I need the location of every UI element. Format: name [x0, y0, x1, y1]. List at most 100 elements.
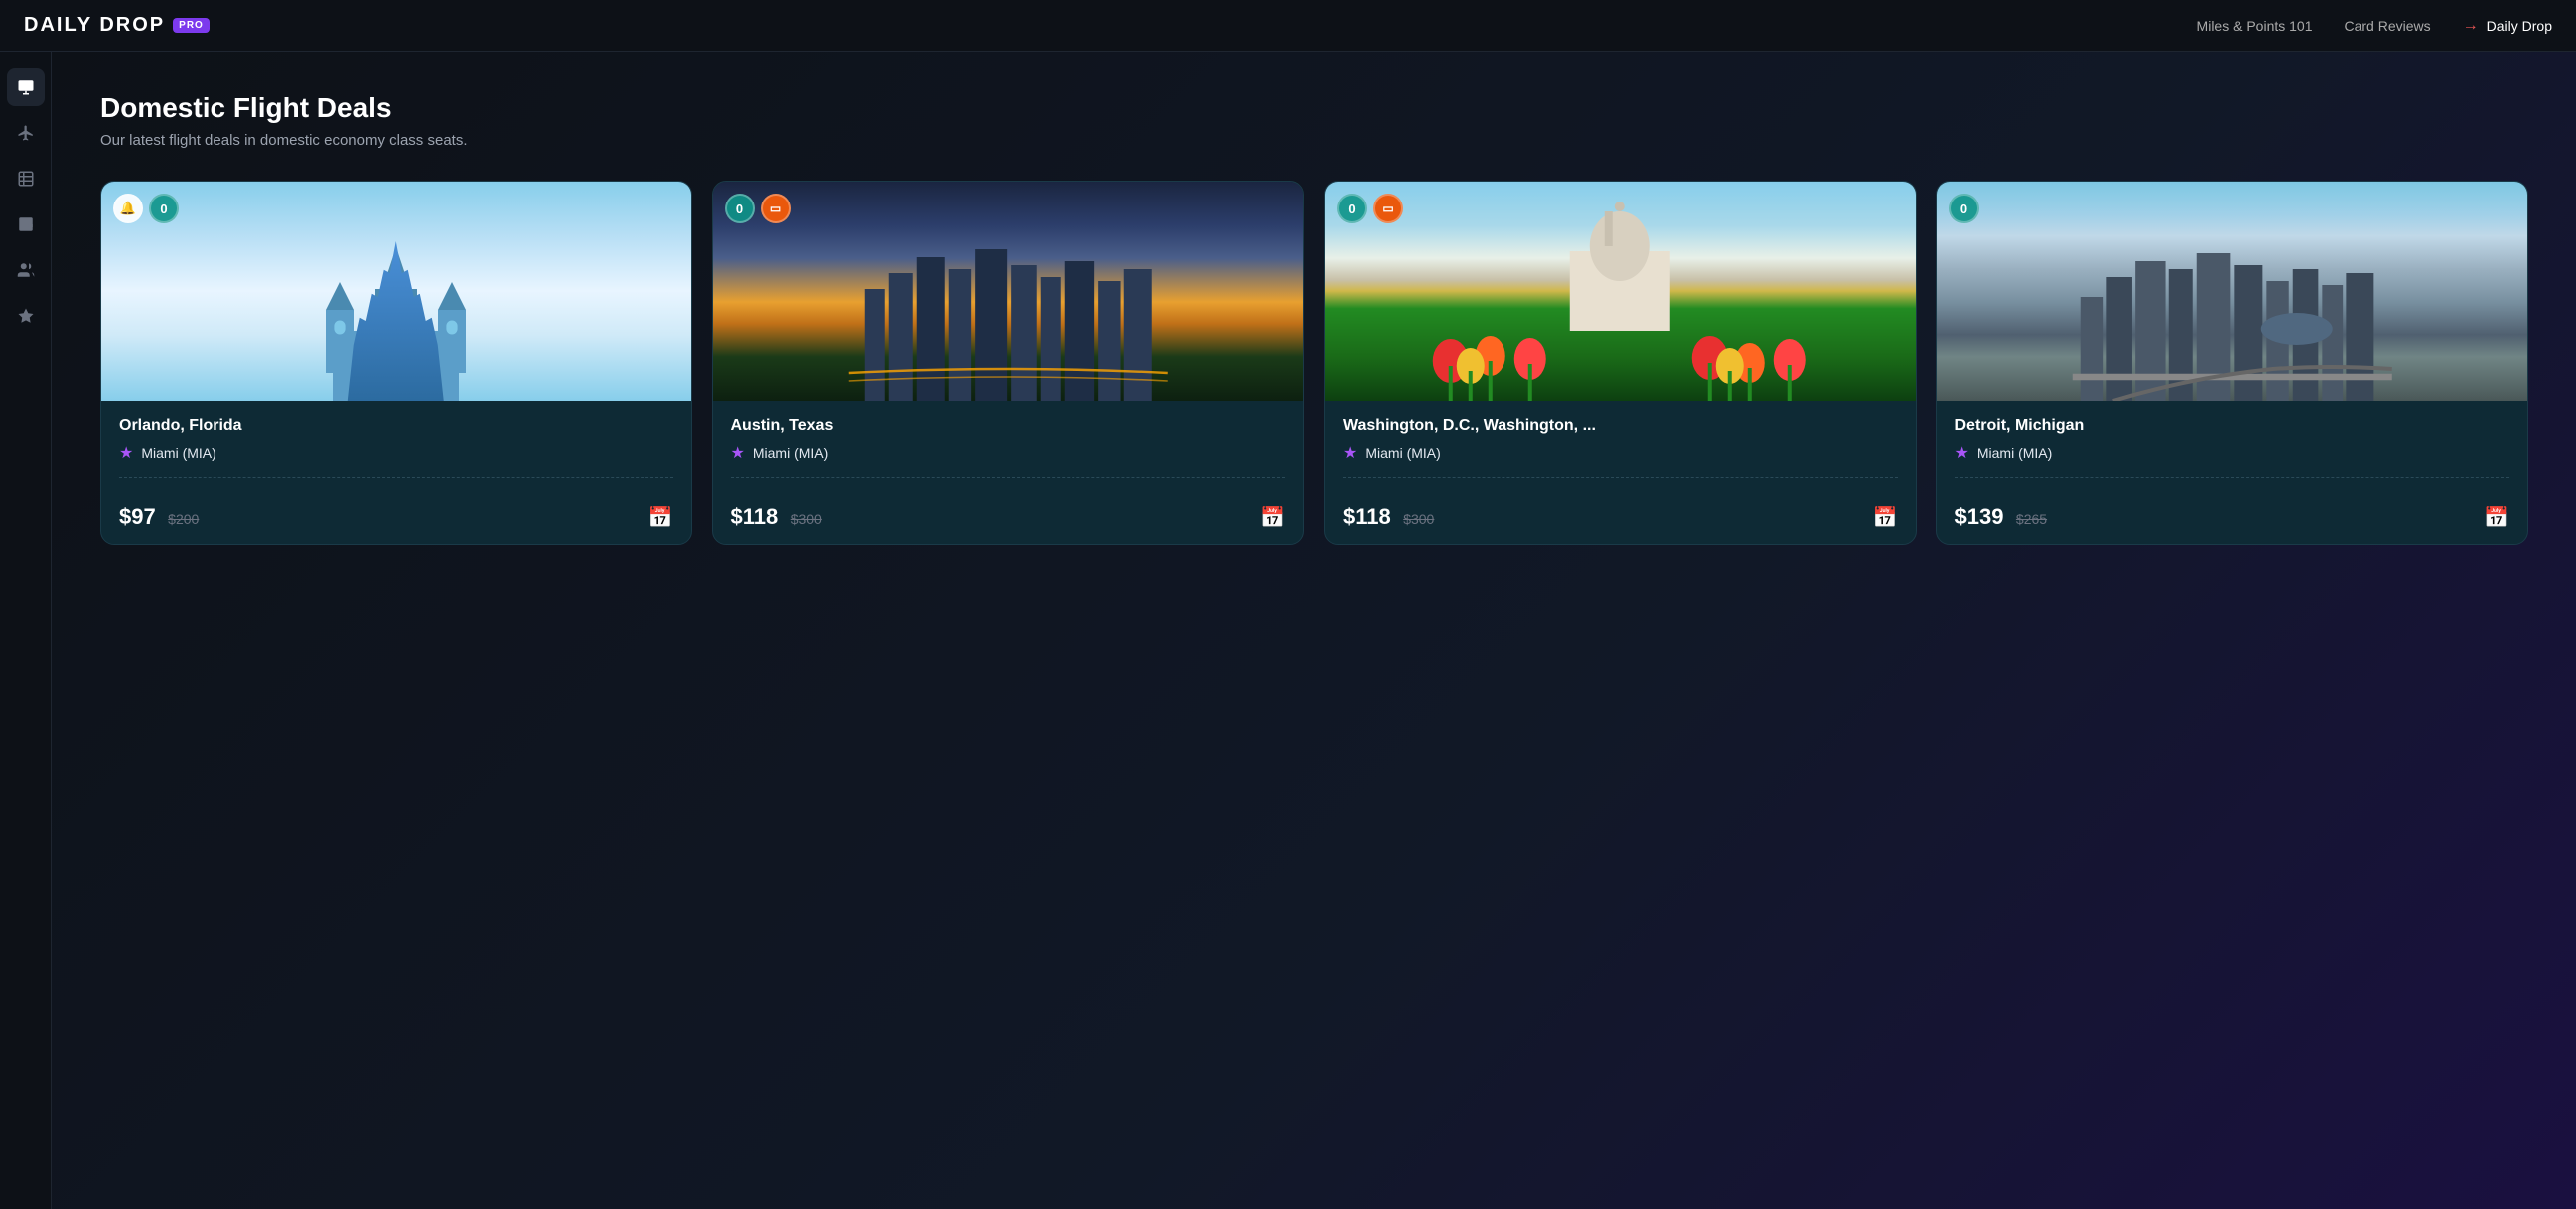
card-image-area-dc: 0 ▭: [1325, 182, 1916, 401]
nav-card-reviews[interactable]: Card Reviews: [2345, 18, 2431, 34]
screen-icon: ▭: [770, 202, 781, 215]
card-body-detroit: Detroit, Michigan ★ Miami (MIA): [1937, 401, 2528, 504]
card-image-area-austin: 0 ▭: [713, 182, 1304, 401]
badge-screen-austin: ▭: [761, 194, 791, 223]
calendar-icon[interactable]: 📅: [648, 505, 673, 530]
plane-icon: [17, 124, 35, 142]
tv-icon: [17, 78, 35, 96]
sidebar-item-star[interactable]: [7, 297, 45, 335]
origin-star-icon: ★: [119, 443, 133, 463]
top-navigation: DAILY DROP PRO Miles & Points 101 Card R…: [0, 0, 2576, 52]
card-footer-austin: $118 $300 📅: [713, 504, 1304, 544]
card-image-area: 🔔 0: [101, 182, 691, 401]
price-original: $300: [1403, 511, 1434, 527]
detroit-skyline-image: [1937, 225, 2528, 401]
card-footer-dc: $118 $300 📅: [1325, 504, 1916, 544]
badge-zero-detroit: 0: [1949, 194, 1979, 223]
bell-icon: 🔔: [120, 201, 136, 216]
logo-text: DAILY DROP: [24, 14, 165, 37]
origin-star-icon: ★: [1343, 443, 1357, 463]
badge-zero-dc: 0: [1337, 194, 1367, 223]
sidebar-item-people[interactable]: [7, 251, 45, 289]
main-content: Domestic Flight Deals Our latest flight …: [52, 52, 2576, 1209]
screen-icon: ▭: [1382, 202, 1393, 215]
badge-count: 0: [1348, 202, 1355, 216]
card-body-austin: Austin, Texas ★ Miami (MIA): [713, 401, 1304, 504]
calendar-icon[interactable]: 📅: [2484, 505, 2509, 530]
price-original: $265: [2016, 511, 2047, 527]
card-badges-detroit: 0: [1949, 194, 1979, 223]
deal-card-detroit[interactable]: 0 Detroit, Michigan ★ Miami (MIA) $139: [1936, 181, 2529, 545]
origin-label: Miami (MIA): [1977, 445, 2052, 461]
card-divider: [1955, 477, 2510, 478]
card-origin-dc: ★ Miami (MIA): [1343, 443, 1898, 463]
page-title: Domestic Flight Deals: [100, 92, 2528, 124]
price-original: $300: [791, 511, 822, 527]
sidebar-item-table[interactable]: [7, 160, 45, 198]
card-destination-detroit: Detroit, Michigan: [1955, 417, 2510, 435]
sidebar-item-tv[interactable]: [7, 68, 45, 106]
card-origin-austin: ★ Miami (MIA): [731, 443, 1286, 463]
main-layout: Domestic Flight Deals Our latest flight …: [0, 52, 2576, 1209]
price-area: $118 $300: [731, 504, 822, 530]
badge-count: 0: [160, 202, 167, 216]
badge-count: 0: [1960, 202, 1967, 216]
price-current: $118: [1343, 504, 1391, 529]
nav-miles[interactable]: Miles & Points 101: [2197, 18, 2313, 34]
deal-card-austin[interactable]: 0 ▭ Austin, Texas ★ Miami (MIA): [712, 181, 1305, 545]
price-area: $97 $200: [119, 504, 199, 530]
dc-image: [1325, 182, 1916, 401]
sidebar: [0, 52, 52, 1209]
card-divider: [731, 477, 1286, 478]
card-divider: [1343, 477, 1898, 478]
card-badges-orlando: 🔔 0: [113, 194, 179, 223]
card-body-dc: Washington, D.C., Washington, ... ★ Miam…: [1325, 401, 1916, 504]
deal-card-dc[interactable]: 0 ▭ Washington, D.C., Washington, ... ★ …: [1324, 181, 1917, 545]
table-icon: [17, 170, 35, 188]
price-area: $118 $300: [1343, 504, 1434, 530]
card-destination-dc: Washington, D.C., Washington, ...: [1343, 417, 1898, 435]
pro-badge: PRO: [173, 18, 210, 33]
nav-daily-drop-label: Daily Drop: [2487, 18, 2552, 34]
nav-arrow-icon: →: [2463, 17, 2479, 35]
sidebar-item-wallet[interactable]: [7, 205, 45, 243]
origin-star-icon: ★: [1955, 443, 1969, 463]
origin-label: Miami (MIA): [141, 445, 215, 461]
sidebar-item-plane[interactable]: [7, 114, 45, 152]
wallet-icon: [17, 215, 35, 233]
nav-daily-drop[interactable]: → Daily Drop: [2463, 17, 2552, 35]
card-footer-orlando: $97 $200 📅: [101, 504, 691, 544]
austin-skyline-image: [713, 225, 1304, 401]
card-badges-austin: 0 ▭: [725, 194, 791, 223]
logo[interactable]: DAILY DROP PRO: [24, 14, 210, 37]
card-origin: ★ Miami (MIA): [119, 443, 673, 463]
price-current: $139: [1955, 504, 2004, 529]
price-current: $97: [119, 504, 156, 529]
origin-star-icon: ★: [731, 443, 745, 463]
price-area: $139 $265: [1955, 504, 2048, 530]
page-subtitle: Our latest flight deals in domestic econ…: [100, 132, 2528, 149]
card-destination-austin: Austin, Texas: [731, 417, 1286, 435]
badge-zero: 0: [149, 194, 179, 223]
price-original: $200: [168, 511, 199, 527]
badge-count: 0: [736, 202, 743, 216]
origin-label: Miami (MIA): [753, 445, 828, 461]
orlando-castle-image: [218, 247, 573, 401]
card-destination: Orlando, Florida: [119, 417, 673, 435]
price-current: $118: [731, 504, 779, 529]
card-image-area-detroit: 0: [1937, 182, 2528, 401]
card-badges-dc: 0 ▭: [1337, 194, 1403, 223]
calendar-icon[interactable]: 📅: [1260, 505, 1285, 530]
card-divider: [119, 477, 673, 478]
people-icon: [17, 261, 35, 279]
star-sidebar-icon: [17, 307, 35, 325]
deals-grid: 🔔 0 Orlando, Florida ★ Miami (MIA): [100, 181, 2528, 545]
badge-screen-dc: ▭: [1373, 194, 1403, 223]
deal-card-orlando[interactable]: 🔔 0 Orlando, Florida ★ Miami (MIA): [100, 181, 692, 545]
calendar-icon[interactable]: 📅: [1873, 505, 1898, 530]
badge-bell: 🔔: [113, 194, 143, 223]
badge-zero-austin: 0: [725, 194, 755, 223]
card-body-orlando: Orlando, Florida ★ Miami (MIA): [101, 401, 691, 504]
nav-links: Miles & Points 101 Card Reviews → Daily …: [2197, 17, 2552, 35]
card-footer-detroit: $139 $265 📅: [1937, 504, 2528, 544]
